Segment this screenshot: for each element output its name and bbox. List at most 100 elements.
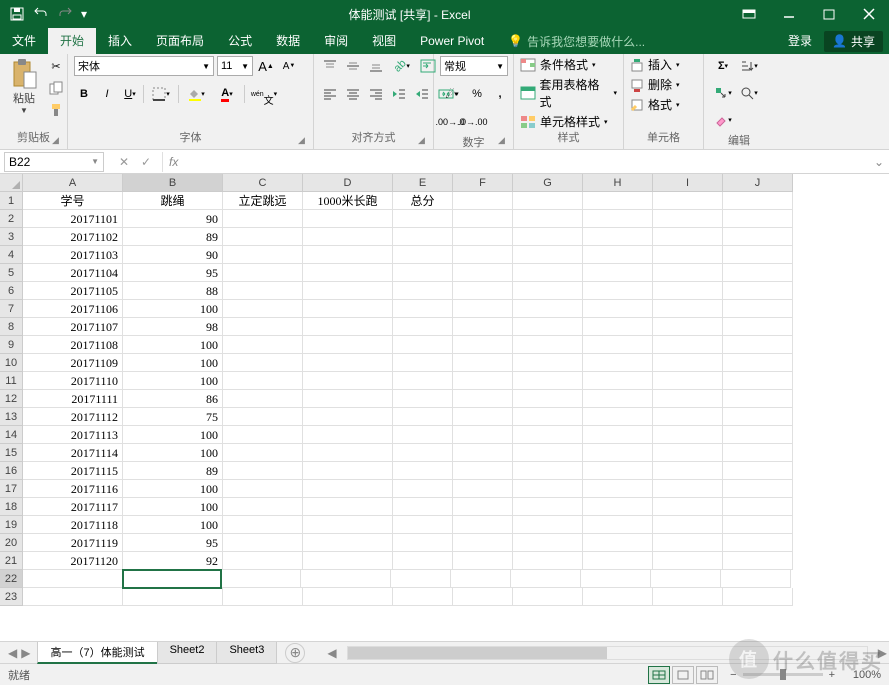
cell[interactable]: 1000米长跑 — [303, 192, 393, 210]
row-header[interactable]: 18 — [0, 498, 23, 516]
cell[interactable] — [653, 300, 723, 318]
cell[interactable] — [653, 498, 723, 516]
cell[interactable] — [393, 354, 453, 372]
column-header[interactable]: B — [123, 174, 223, 192]
cell[interactable] — [453, 480, 513, 498]
cell[interactable] — [651, 570, 721, 588]
cell[interactable] — [653, 246, 723, 264]
cell[interactable]: 86 — [123, 390, 223, 408]
cell[interactable]: 跳绳 — [123, 192, 223, 210]
cell[interactable] — [453, 426, 513, 444]
cell[interactable] — [453, 390, 513, 408]
tab-insert[interactable]: 插入 — [96, 28, 144, 54]
cell-styles-button[interactable]: 单元格样式▾ — [520, 113, 608, 130]
decrease-font-button[interactable]: A▼ — [279, 56, 299, 76]
sheet-tab[interactable]: Sheet2 — [157, 642, 218, 664]
scroll-right-icon[interactable]: ▶ — [876, 646, 889, 660]
tab-file[interactable]: 文件 — [0, 28, 48, 54]
column-header[interactable]: G — [513, 174, 583, 192]
cell[interactable] — [583, 210, 653, 228]
cell[interactable] — [393, 426, 453, 444]
cell[interactable] — [583, 408, 653, 426]
cell[interactable]: 95 — [123, 534, 223, 552]
cell[interactable] — [23, 570, 123, 588]
cell[interactable] — [453, 588, 513, 606]
cell[interactable] — [723, 228, 793, 246]
cell[interactable] — [223, 498, 303, 516]
cell[interactable]: 20171111 — [23, 390, 123, 408]
cell[interactable] — [583, 480, 653, 498]
cell[interactable] — [303, 390, 393, 408]
row-header[interactable]: 16 — [0, 462, 23, 480]
page-layout-view-button[interactable] — [672, 666, 694, 684]
cell[interactable] — [513, 210, 583, 228]
cell[interactable] — [122, 569, 222, 589]
sort-filter-button[interactable]: ▾ — [739, 56, 759, 76]
cell[interactable] — [513, 516, 583, 534]
cell[interactable] — [583, 552, 653, 570]
cell[interactable] — [453, 228, 513, 246]
cell[interactable]: 95 — [123, 264, 223, 282]
page-break-view-button[interactable] — [696, 666, 718, 684]
cell[interactable] — [513, 318, 583, 336]
cell[interactable] — [453, 498, 513, 516]
tab-nav-next-icon[interactable]: ▶ — [21, 646, 30, 660]
cell[interactable] — [303, 408, 393, 426]
cell[interactable] — [393, 372, 453, 390]
cell[interactable]: 20171112 — [23, 408, 123, 426]
cell[interactable]: 100 — [123, 480, 223, 498]
cell[interactable] — [303, 552, 393, 570]
cell[interactable] — [393, 264, 453, 282]
column-header[interactable]: I — [653, 174, 723, 192]
find-button[interactable]: ▾ — [739, 83, 759, 103]
increase-indent-button[interactable] — [412, 84, 432, 104]
conditional-format-button[interactable]: 条件格式▾ — [520, 56, 596, 73]
align-left-button[interactable] — [320, 84, 340, 104]
cell[interactable] — [513, 426, 583, 444]
cell[interactable] — [513, 588, 583, 606]
tab-data[interactable]: 数据 — [264, 28, 312, 54]
align-expand-icon[interactable]: ◢ — [418, 135, 430, 147]
font-color-button[interactable]: A▾ — [213, 84, 241, 104]
cell[interactable] — [393, 246, 453, 264]
cell[interactable] — [451, 570, 511, 588]
cell[interactable] — [393, 318, 453, 336]
delete-cells-button[interactable]: 删除▾ — [630, 76, 680, 93]
cell[interactable]: 100 — [123, 300, 223, 318]
cell[interactable]: 89 — [123, 228, 223, 246]
cell[interactable] — [513, 390, 583, 408]
row-header[interactable]: 10 — [0, 354, 23, 372]
cell[interactable] — [223, 534, 303, 552]
orientation-button[interactable]: ab▾ — [389, 56, 415, 76]
cell[interactable]: 100 — [123, 372, 223, 390]
cell[interactable] — [723, 498, 793, 516]
cell[interactable]: 20171105 — [23, 282, 123, 300]
cell[interactable] — [223, 210, 303, 228]
cell[interactable] — [393, 336, 453, 354]
cell[interactable]: 100 — [123, 354, 223, 372]
cell[interactable] — [393, 588, 453, 606]
cell[interactable]: 20171101 — [23, 210, 123, 228]
row-header[interactable]: 1 — [0, 192, 23, 210]
cell[interactable] — [723, 318, 793, 336]
number-expand-icon[interactable]: ◢ — [498, 135, 510, 147]
cell[interactable] — [303, 516, 393, 534]
cell[interactable]: 20171115 — [23, 462, 123, 480]
fill-color-button[interactable]: ▾ — [182, 84, 210, 104]
cell[interactable]: 20171118 — [23, 516, 123, 534]
cell[interactable]: 20171104 — [23, 264, 123, 282]
cell[interactable] — [513, 462, 583, 480]
cell[interactable] — [653, 426, 723, 444]
row-header[interactable]: 5 — [0, 264, 23, 282]
cell[interactable] — [393, 516, 453, 534]
cell[interactable] — [513, 282, 583, 300]
row-header[interactable]: 23 — [0, 588, 23, 606]
comma-button[interactable]: , — [490, 84, 510, 104]
autosum-button[interactable]: Σ▾ — [710, 56, 736, 76]
cell[interactable] — [583, 390, 653, 408]
font-name-combo[interactable]: 宋体▼ — [74, 56, 214, 76]
share-button[interactable]: 👤共享 — [824, 31, 883, 52]
cell[interactable] — [723, 552, 793, 570]
grid-body[interactable]: 1学号跳绳立定跳远1000米长跑总分2201711019032017110289… — [0, 192, 889, 641]
cell[interactable]: 92 — [123, 552, 223, 570]
